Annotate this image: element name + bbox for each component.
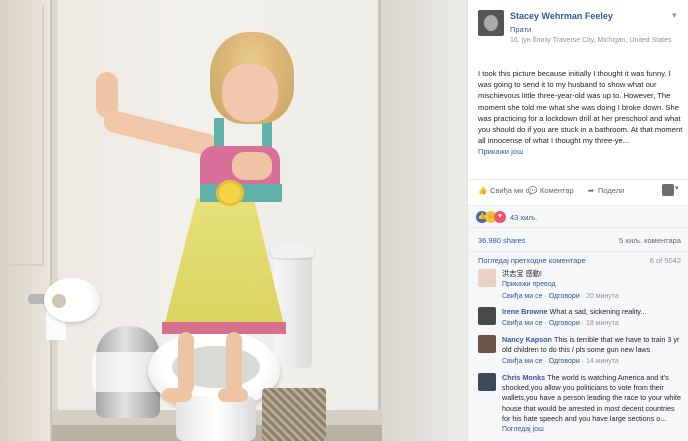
see-translation-link[interactable]: Прикажи превод <box>502 281 556 288</box>
post-stats: 36.980 shares 5 хиљ. коментара <box>468 227 688 251</box>
comment-reply-link[interactable]: Одговори <box>549 358 580 365</box>
speech-bubble-icon: 💬 <box>528 186 538 195</box>
post-actions: 👍 Свиђа ми се 💬 Коментар ➦ Подели <box>468 179 688 203</box>
like-label: Свиђа ми се <box>490 186 534 195</box>
comment-time: 14 минута <box>585 358 619 366</box>
share-button[interactable]: ➦ Подели <box>586 186 624 195</box>
view-previous-comments-link[interactable]: Погледај претходне коментаре <box>478 256 586 265</box>
thumbs-up-icon: 👍 <box>478 186 488 195</box>
follow-link[interactable]: Прати <box>510 25 531 34</box>
author-avatar[interactable] <box>478 10 504 36</box>
wicker-basket <box>262 388 326 441</box>
girl-dress <box>162 198 286 334</box>
love-reaction-icon: ♥ <box>494 211 506 223</box>
commenter-avatar[interactable] <box>478 269 496 287</box>
girl-face <box>222 64 278 122</box>
like-button[interactable]: 👍 Свиђа ми се <box>478 186 533 195</box>
comment-time: 20 минута <box>585 293 619 301</box>
commenter-avatar[interactable] <box>478 335 496 353</box>
post-photo[interactable] <box>0 0 467 441</box>
comment-like-link[interactable]: Свиђа ми се <box>502 358 542 365</box>
comment-text: 洪志宝 感動! <box>502 269 542 278</box>
shares-count[interactable]: 36.980 shares <box>478 236 526 245</box>
reaction-count[interactable]: 43 хиљ. <box>510 213 537 222</box>
comment-footer: Свиђа ми се · Одговори · 14 минута <box>502 358 619 366</box>
previous-comments-bar: Погледај претходне коментаре 6 of 5042 <box>468 251 688 267</box>
comment-like-link[interactable]: Свиђа ми се <box>502 293 542 300</box>
comments-count[interactable]: 5 хиљ. коментара <box>619 236 681 245</box>
post-meta: 16. јун близу Traverse City, Michigan, U… <box>510 37 672 44</box>
post-body: I took this picture because initially I … <box>478 68 684 158</box>
comment-button[interactable]: 💬 Коментар <box>528 186 574 195</box>
commenter-name[interactable]: Nancy Kapson <box>502 335 552 344</box>
share-arrow-icon: ➦ <box>587 186 595 195</box>
bathroom-wall <box>380 0 467 441</box>
comments-page-count: 6 of 5042 <box>649 256 681 265</box>
profile-selector-avatar[interactable] <box>662 184 674 196</box>
commenter-name[interactable]: Chris Monks <box>502 373 545 382</box>
author-name[interactable]: Stacey Wehrman Feeley <box>510 11 613 21</box>
comment-like-link[interactable]: Свиђа ми се <box>502 320 542 327</box>
reactions-bar[interactable]: 👍 ○ ♥ 43 хиљ. <box>468 205 688 227</box>
comment-footer: Свиђа ми се · Одговори · 18 минута <box>502 320 619 328</box>
share-label: Подели <box>598 186 625 195</box>
commenter-avatar[interactable] <box>478 373 496 391</box>
comment-reply-link[interactable]: Одговори <box>549 320 580 327</box>
chevron-down-icon[interactable]: ▾ <box>672 10 677 21</box>
comment-reply-link[interactable]: Одговори <box>549 293 580 300</box>
comments-list: 洪志宝 感動! Прикажи превод Свиђа ми се · Одг… <box>468 267 688 441</box>
comment-time: 18 минута <box>585 320 619 328</box>
caret-down-icon[interactable]: ▾ <box>675 184 679 192</box>
post-text: I took this picture because initially I … <box>478 69 683 146</box>
bathroom-door <box>0 0 52 441</box>
post-header: Stacey Wehrman Feeley Прати 16. јун близ… <box>468 0 688 54</box>
see-more-link[interactable]: Погледај још <box>502 426 544 433</box>
comment-footer: Свиђа ми се · Одговори · 20 минута <box>502 293 619 301</box>
comment-label: Коментар <box>540 186 574 195</box>
commenter-name[interactable]: Irene Browne <box>502 307 548 316</box>
comment-text: What a sad, sickening reality... <box>549 307 647 316</box>
see-more-link[interactable]: Прикажи још <box>478 147 523 156</box>
post-side-panel: Stacey Wehrman Feeley Прати 16. јун близ… <box>467 0 688 441</box>
commenter-avatar[interactable] <box>478 307 496 325</box>
